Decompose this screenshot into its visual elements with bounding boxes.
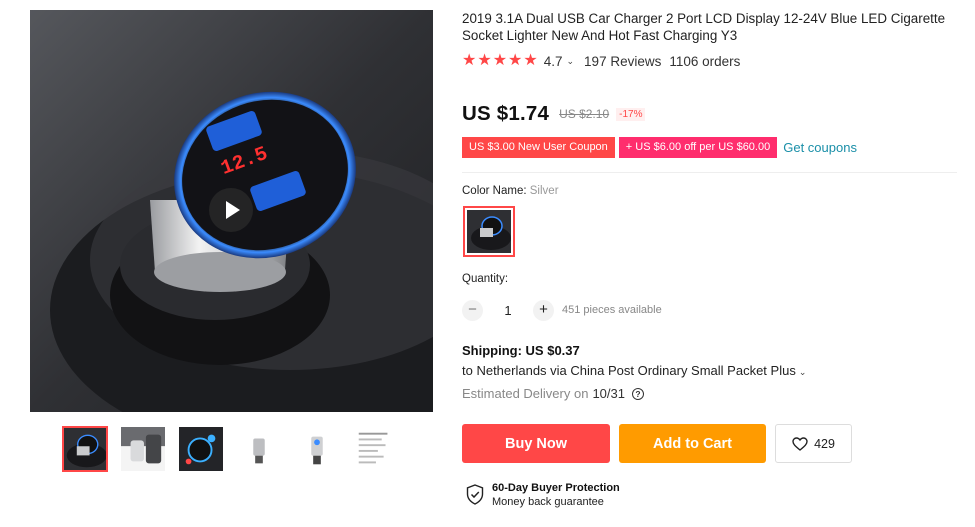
shipping-route-text: to Netherlands via China Post Ordinary S… <box>462 363 796 378</box>
chevron-down-icon[interactable]: ⌄ <box>567 56 575 67</box>
coupon-row: US $3.00 New User Coupon + US $6.00 off … <box>462 137 857 158</box>
thumbnail-5[interactable] <box>294 426 340 472</box>
add-to-cart-button[interactable]: Add to Cart <box>619 424 766 463</box>
buy-now-button[interactable]: Buy Now <box>462 424 610 463</box>
thumbnail-charger-image <box>179 427 223 471</box>
rating-row: ★ ★ ★ ★ ★ 4.7 ⌄ 197 Reviews 1106 orders <box>462 52 740 70</box>
star-icon: ★ <box>477 52 492 69</box>
color-swatch-silver[interactable] <box>463 206 515 257</box>
quantity-label: Quantity: <box>462 273 509 285</box>
help-icon[interactable]: ? <box>632 387 644 400</box>
shipping-cost: Shipping: US $0.37 <box>462 343 580 358</box>
reviews-link[interactable]: 197 Reviews <box>584 54 661 69</box>
new-user-coupon[interactable]: US $3.00 New User Coupon <box>462 137 615 158</box>
quantity-stepper: − 1 + 451 pieces available <box>462 299 662 321</box>
color-name-label: Color Name: Silver <box>462 185 559 197</box>
star-icon: ★ <box>523 52 538 69</box>
original-price: US $2.10 <box>559 107 610 121</box>
thumbnail-2[interactable] <box>120 426 166 472</box>
store-coupon[interactable]: + US $6.00 off per US $60.00 <box>618 137 778 158</box>
protection-subtitle: Money back guarantee <box>492 496 604 508</box>
pieces-available: 451 pieces available <box>562 304 662 316</box>
thumbnail-3[interactable] <box>178 426 224 472</box>
shipping-method-selector[interactable]: to Netherlands via China Post Ordinary S… <box>462 363 816 378</box>
color-label-text: Color Name: <box>462 185 527 197</box>
thumbnail-charger-image <box>237 427 281 471</box>
swatch-charger-image <box>467 210 511 253</box>
quantity-decrease-button[interactable]: − <box>462 299 483 321</box>
shield-check-icon <box>466 484 484 505</box>
wishlist-button[interactable]: 429 <box>775 424 852 463</box>
star-icon: ★ <box>508 52 523 69</box>
color-value: Silver <box>529 185 559 197</box>
protection-text: 60-Day Buyer Protection Money back guara… <box>492 481 620 509</box>
protection-title: 60-Day Buyer Protection <box>492 482 620 494</box>
get-coupons-link[interactable]: Get coupons <box>783 140 857 155</box>
buyer-protection: 60-Day Buyer Protection Money back guara… <box>466 481 620 509</box>
quantity-value[interactable]: 1 <box>483 303 533 318</box>
delivery-date: 10/31 <box>592 386 625 401</box>
thumbnail-strip <box>62 426 412 474</box>
play-video-button[interactable] <box>209 188 253 232</box>
current-price: US $1.74 <box>462 102 550 125</box>
thumbnail-charger-image <box>64 428 106 470</box>
star-rating: ★ ★ ★ ★ ★ <box>462 53 538 69</box>
quantity-increase-button[interactable]: + <box>533 299 554 321</box>
wishlist-count: 429 <box>814 436 835 451</box>
divider <box>462 172 957 173</box>
thumbnail-1[interactable] <box>62 426 108 472</box>
heart-icon <box>792 436 808 451</box>
thumbnail-spec-sheet-image <box>353 427 397 471</box>
price-row: US $1.74 US $2.10 -17% <box>462 101 646 127</box>
orders-count: 1106 orders <box>669 53 741 69</box>
thumbnail-charger-image <box>295 427 339 471</box>
main-product-image[interactable]: 12.5 <box>30 10 433 412</box>
delivery-label: Estimated Delivery on <box>462 386 589 401</box>
estimated-delivery: Estimated Delivery on 10/31 ? <box>462 386 644 401</box>
chevron-down-icon: ⌄ <box>798 367 807 377</box>
thumbnail-6[interactable] <box>352 426 398 472</box>
product-title: 2019 3.1A Dual USB Car Charger 2 Port LC… <box>462 11 946 43</box>
rating-value[interactable]: 4.7 <box>544 54 563 69</box>
thumbnail-4[interactable] <box>236 426 282 472</box>
star-icon: ★ <box>492 52 508 69</box>
star-icon: ★ <box>462 52 477 69</box>
thumbnail-charger-image <box>121 427 165 471</box>
discount-badge: -17% <box>616 107 646 121</box>
